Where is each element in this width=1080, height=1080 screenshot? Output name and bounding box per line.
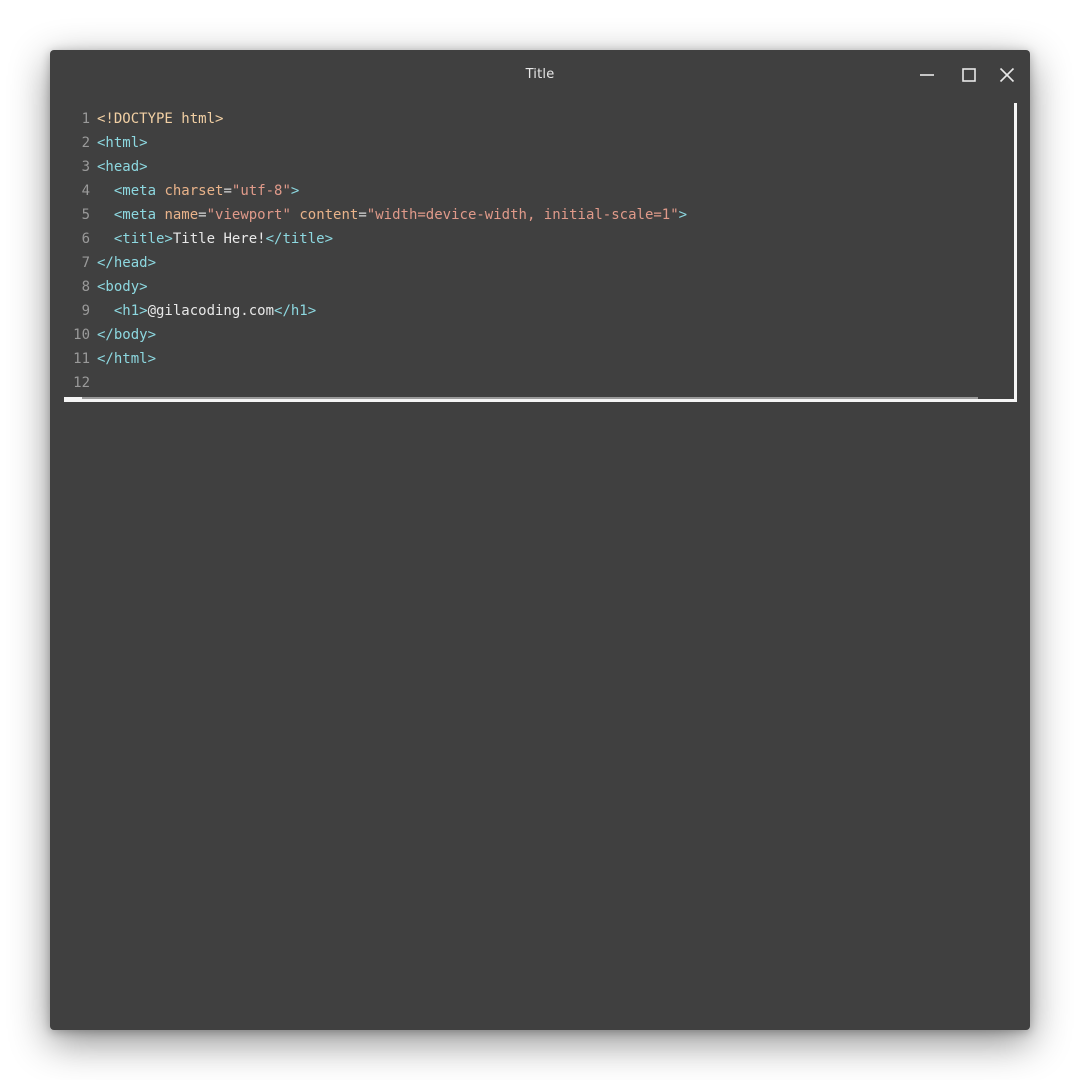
code-token: <html> bbox=[97, 135, 148, 151]
code-token: <head> bbox=[97, 159, 148, 175]
horizontal-scrollbar-track[interactable] bbox=[82, 397, 978, 399]
code-line[interactable]: 1 <!DOCTYPE html> bbox=[64, 107, 687, 131]
code-token: </body> bbox=[97, 327, 157, 343]
code-line[interactable]: 7 </head> bbox=[64, 251, 687, 275]
maximize-button[interactable] bbox=[954, 62, 984, 88]
code-token: </head> bbox=[97, 255, 157, 271]
code-line[interactable]: 10 </body> bbox=[64, 323, 687, 347]
line-source: <head> bbox=[97, 155, 148, 179]
code-token: "utf-8" bbox=[231, 183, 291, 199]
code-token: @gilacoding.com bbox=[147, 303, 275, 319]
line-number: 5 bbox=[81, 207, 90, 223]
code-token: = bbox=[198, 207, 207, 223]
line-number: 12 bbox=[73, 375, 90, 391]
line-number: 4 bbox=[81, 183, 90, 199]
line-source: </body> bbox=[97, 323, 156, 347]
code-token: "viewport" bbox=[206, 207, 291, 223]
code-token: </html> bbox=[97, 351, 157, 367]
code-editor[interactable]: 1 <!DOCTYPE html> 2 <html> 3 <head> 4 <meta ch… bbox=[64, 103, 1017, 402]
minimize-icon bbox=[920, 74, 934, 76]
code-line[interactable]: 3 <head> bbox=[64, 155, 687, 179]
minimize-button[interactable] bbox=[912, 62, 942, 88]
code-token: > bbox=[290, 183, 300, 199]
code-line[interactable]: 11 </html> bbox=[64, 347, 687, 371]
code-line[interactable]: 2 <html> bbox=[64, 131, 687, 155]
code-line[interactable]: 12 bbox=[64, 371, 687, 395]
window-title: Title bbox=[525, 67, 555, 82]
code-lines: 1 <!DOCTYPE html> 2 <html> 3 <head> 4 <meta ch… bbox=[64, 107, 687, 395]
horizontal-scrollbar-thumb[interactable] bbox=[64, 397, 82, 399]
line-number: 3 bbox=[81, 159, 90, 175]
code-token: = bbox=[358, 207, 367, 223]
line-source: <html> bbox=[97, 131, 148, 155]
line-source: <!DOCTYPE html> bbox=[97, 107, 223, 131]
code-token: </title> bbox=[265, 231, 334, 247]
title-bar[interactable]: Title bbox=[50, 50, 1030, 100]
line-number: 10 bbox=[73, 327, 90, 343]
code-token: <title> bbox=[113, 231, 173, 247]
code-token: <h1> bbox=[113, 303, 148, 319]
code-token: <meta bbox=[113, 207, 157, 223]
line-number: 9 bbox=[81, 303, 90, 319]
close-button[interactable] bbox=[992, 62, 1022, 88]
maximize-icon bbox=[962, 68, 976, 82]
code-token: <meta bbox=[113, 183, 157, 199]
line-source: <body> bbox=[97, 275, 148, 299]
code-token: <body> bbox=[97, 279, 148, 295]
code-line[interactable]: 9 <h1>@gilacoding.com</h1> bbox=[64, 299, 687, 323]
line-number: 1 bbox=[81, 111, 90, 127]
line-number: 6 bbox=[81, 231, 90, 247]
code-token: > bbox=[678, 207, 688, 223]
line-source: <title>Title Here!</title> bbox=[97, 227, 333, 251]
code-token: "width=device-width, initial-scale=1" bbox=[366, 207, 679, 223]
code-token: = bbox=[223, 183, 232, 199]
code-line[interactable]: 6 <title>Title Here!</title> bbox=[64, 227, 687, 251]
code-token: <!DOCTYPE html> bbox=[97, 111, 224, 127]
line-source: <h1>@gilacoding.com</h1> bbox=[97, 299, 316, 323]
close-icon bbox=[999, 67, 1015, 83]
line-source: <meta charset="utf-8"> bbox=[97, 179, 300, 203]
code-line[interactable]: 8 <body> bbox=[64, 275, 687, 299]
line-source: <meta name="viewport" content="width=dev… bbox=[97, 203, 687, 227]
line-source: </html> bbox=[97, 347, 156, 371]
code-line[interactable]: 5 <meta name="viewport" content="width=d… bbox=[64, 203, 688, 227]
code-token: Title Here! bbox=[172, 231, 266, 247]
code-token: content bbox=[299, 207, 359, 223]
code-token: name bbox=[164, 207, 199, 223]
line-number: 2 bbox=[81, 135, 90, 151]
code-token: </h1> bbox=[274, 303, 317, 319]
line-number: 7 bbox=[81, 255, 90, 271]
app-window: Title 1 <!DOCTYPE html> 2 <html> 3 <head> 4 <m… bbox=[50, 50, 1030, 1030]
line-source: </head> bbox=[97, 251, 156, 275]
line-number: 11 bbox=[73, 351, 90, 367]
code-line[interactable]: 4 <meta charset="utf-8"> bbox=[64, 179, 687, 203]
code-token: charset bbox=[164, 183, 224, 199]
line-number: 8 bbox=[81, 279, 90, 295]
